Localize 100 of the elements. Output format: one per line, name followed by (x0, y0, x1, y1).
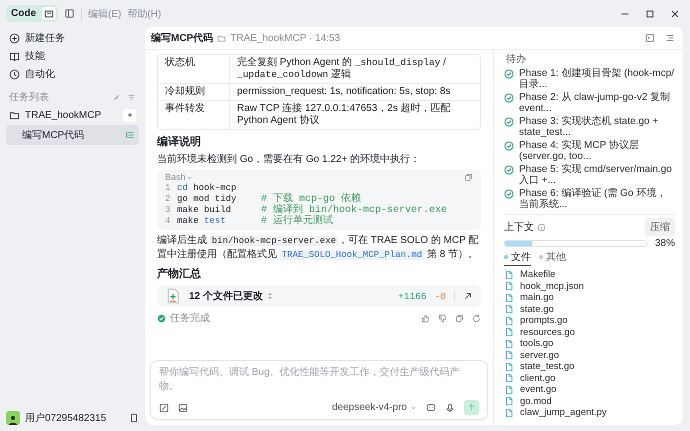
thumbs-up-icon[interactable] (421, 314, 430, 322)
changes-toggle[interactable]: 12 个文件已更改 (189, 289, 274, 303)
todo-title: 待办 (506, 54, 527, 66)
close-icon[interactable] (670, 8, 680, 18)
refresh-icon[interactable] (472, 314, 481, 322)
todo-item: Phase 5: 实现 cmd/server/main.go 入口 +... (519, 164, 673, 186)
code-line: go mod tidy # 下载 mcp-go 依赖 (177, 194, 362, 205)
todo-item: Phase 3: 实现状态机 state.go + state_test... (519, 116, 660, 138)
line-number: 3 (165, 205, 172, 216)
file-item[interactable]: client.go (504, 372, 675, 384)
todo-item: Phase 4: 实现 MCP 协议层 (server.go, too... (519, 140, 640, 162)
chat-bubble-icon[interactable] (426, 402, 436, 412)
file-item[interactable]: event.go (504, 384, 675, 396)
file-icon (504, 270, 514, 280)
section-heading: 产物汇总 (157, 268, 202, 281)
info-icon[interactable] (537, 222, 546, 232)
file-item[interactable]: tools.go (504, 338, 675, 350)
copy-icon[interactable] (464, 172, 473, 182)
project-name[interactable]: TRAE_hookMCP (25, 110, 118, 120)
terminal-icon (44, 8, 54, 18)
add-task-button[interactable] (123, 108, 136, 122)
thumbs-down-icon[interactable] (438, 314, 447, 322)
folder-icon (9, 110, 20, 120)
paragraph: 当前环境未检测到 Go，需要在有 Go 1.22+ 的环境中执行： (157, 153, 422, 166)
file-icon (504, 292, 514, 303)
task-meta: TRAE_hookMCP · 14:53 (230, 32, 340, 44)
file-item[interactable]: state.go (504, 304, 675, 315)
context-title: 上下文 (504, 220, 534, 234)
file-item[interactable]: main.go (504, 292, 675, 304)
line-number: 2 (165, 194, 172, 205)
nav-item[interactable]: 新建任务 (6, 29, 139, 47)
task-title: 编写MCP代码 (151, 32, 214, 45)
task-item[interactable]: 编写MCP代码 (6, 125, 139, 145)
terminal-icon[interactable] (645, 33, 655, 43)
caret-icon (410, 404, 417, 411)
context-percent: 38% (654, 238, 675, 249)
compress-button[interactable]: 压缩 (645, 218, 675, 236)
file-item[interactable]: claw_jump_agent.py (504, 407, 675, 418)
terminal-mode-button[interactable] (42, 7, 56, 20)
line-number: 4 (165, 216, 172, 227)
section-title: 任务列表 (9, 90, 50, 104)
copy-icon[interactable] (455, 314, 464, 322)
maximize-icon[interactable] (645, 8, 655, 18)
list-icon (125, 130, 135, 140)
microphone-icon[interactable] (445, 402, 455, 412)
section-heading: 编译说明 (157, 136, 202, 149)
folder-icon (217, 34, 226, 42)
expand-icon (266, 292, 274, 300)
mode-switch[interactable]: Code (6, 5, 58, 22)
sidebar-toggle-icon[interactable] (64, 8, 75, 19)
model-selector[interactable]: deepseek-v4-pro (332, 402, 417, 413)
added-count: +1166 (398, 290, 427, 302)
line-number: 1 (165, 183, 172, 194)
user-name: 用户07295482315 (25, 412, 108, 425)
open-arrow-icon[interactable] (463, 291, 473, 301)
todo-item: Phase 2: 从 claw-jump-go-v2 复制 event... (519, 92, 672, 114)
code-line: make build # 编译到 bin/hook-mcp-server.exe (177, 205, 448, 216)
table-cell: 状态机 (158, 55, 230, 83)
file-icon (504, 327, 514, 338)
table-cell: 事件转发 (158, 101, 230, 129)
nav-item[interactable]: 自动化 (6, 65, 139, 83)
file-item[interactable]: hook_mcp.json (504, 280, 675, 292)
file-icon (504, 350, 514, 360)
file-item[interactable]: state_test.go (504, 361, 675, 372)
legend-tab[interactable]: 文件 (504, 250, 531, 266)
table-cell-text: Raw TCP 连接 127.0.0.1:47653，2s 超时，匹配 Python Agent 协议 (236, 102, 452, 128)
todo-item: Phase 6: 编译验证 (需 Go 环境，当前系统... (519, 188, 668, 210)
nav-item[interactable]: 技能 (6, 47, 139, 65)
task-label: 编写MCP代码 (22, 128, 86, 142)
code-line: cd hook-mcp (177, 183, 238, 194)
file-icon (504, 396, 514, 406)
file-item[interactable]: prompts.go (504, 315, 675, 326)
file-item[interactable]: go.mod (504, 396, 675, 407)
file-item[interactable]: resources.go (504, 326, 675, 338)
phone-icon[interactable] (129, 413, 139, 423)
image-icon[interactable] (178, 402, 188, 412)
file-icon (504, 384, 514, 395)
todo-item: Phase 1: 创建项目骨架 (hook-mcp/ 目录... (519, 68, 675, 90)
book-icon (9, 50, 20, 62)
edit-icon[interactable] (159, 402, 169, 412)
status-label: 任务完成 (170, 312, 210, 325)
file-link[interactable]: TRAE_SOLO_Hook_MCP_Plan.md (280, 250, 424, 260)
arrow-up-icon (467, 403, 476, 412)
removed-count: -0 (434, 290, 446, 302)
file-icon (504, 373, 514, 384)
panel-list-icon[interactable] (665, 33, 675, 43)
code-mode-button[interactable]: Code (8, 7, 39, 20)
file-icon (504, 316, 514, 326)
file-item[interactable]: Makefile (504, 269, 675, 280)
file-item[interactable]: server.go (504, 350, 675, 361)
paragraph: 编译后生成 bin/hook-mcp-server.exe ，可在 TRAE SOLO 的 MCP 配置中注册使用（配置格式见 TRAE_SOLO_Hook_MCP_Plan.md 第 8 节）。 (157, 234, 480, 262)
table-cell-text: permission_request: 1s, notification: 5s, stop: 8s (236, 85, 452, 99)
table-cell-text: 完全复刻 Python Agent 的 _should_display / _update_cooldown 逻辑 (236, 56, 447, 82)
file-icon (504, 304, 514, 314)
prompt-field[interactable]: 帮你编写代码、调试 Bug、优化性能等开发工作，交付生产级代码产物。 deepseek-v4-pro (150, 360, 488, 420)
code-line: make test # 运行单元测试 (177, 216, 334, 227)
legend-tab[interactable]: 其他 (539, 250, 566, 266)
file-icon (504, 338, 514, 349)
clock-icon (9, 68, 20, 80)
new-task-icon (9, 32, 20, 44)
